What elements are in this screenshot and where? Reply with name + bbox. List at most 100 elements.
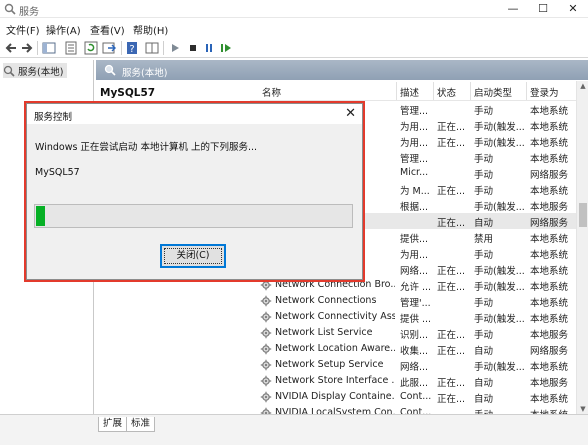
cell-name: NVIDIA Display Containe... [275, 391, 395, 402]
restart-service-icon[interactable] [219, 41, 233, 55]
service-control-dialog: 服务控制 ✕ Windows 正在尝试启动 本地计算机 上的下列服务... My… [26, 103, 363, 280]
dialog-close-icon[interactable]: ✕ [345, 106, 356, 121]
dialog-title: 服务控制 [34, 112, 73, 123]
table-row[interactable]: Network List Service 识别... 正在... 手动 本地服务 [250, 325, 576, 341]
column-header-logon-as[interactable]: 登录为 [530, 85, 559, 99]
cell-logon: 本地系统 [530, 154, 569, 165]
svg-text:?: ? [129, 44, 134, 55]
tab-standard[interactable]: 标准 [126, 417, 156, 432]
column-divider[interactable] [433, 82, 434, 100]
cell-startup: 手动(触发... [474, 122, 525, 133]
table-row[interactable]: Network Connections 管理'... 手动 本地系统 [250, 293, 576, 309]
toolbar-separator [163, 41, 164, 55]
close-window-button[interactable]: ✕ [558, 0, 588, 18]
service-gear-icon [260, 295, 272, 307]
cell-logon: 本地系统 [530, 362, 569, 373]
cell-name: Network Setup Service [275, 359, 384, 370]
stop-service-icon[interactable] [186, 41, 200, 55]
cell-logon: 本地服务 [530, 378, 569, 389]
tab-extended[interactable]: 扩展 [98, 417, 128, 432]
table-row[interactable]: Network Location Aware... 收集... 正在... 自动 网络服… [250, 341, 576, 357]
minimize-button[interactable]: — [498, 0, 528, 18]
cell-startup: 自动 [474, 218, 494, 229]
column-divider[interactable] [526, 82, 527, 100]
close-button[interactable]: 关闭(C) [160, 244, 226, 268]
export-list-icon[interactable] [102, 41, 116, 55]
cell-status: 正在... [437, 218, 466, 229]
menu-view[interactable]: 查看(V) [90, 22, 125, 37]
cell-logon: 本地服务 [530, 202, 569, 213]
cell-status: 正在... [437, 186, 466, 197]
scroll-up-arrow-icon[interactable]: ▲ [577, 81, 588, 91]
column-header-startup-type[interactable]: 启动类型 [474, 85, 512, 99]
toolbar: ? [0, 38, 588, 58]
properties-icon[interactable] [64, 41, 78, 55]
table-row[interactable]: Network Store Interface ... 此服... 正在... 自动 本… [250, 373, 576, 389]
show-hide-pane-icon[interactable] [145, 41, 159, 55]
view-tabs-bar: 扩展 标准 [96, 414, 588, 445]
cell-startup: 手动(触发... [474, 282, 525, 293]
cell-status: 正在... [437, 378, 466, 389]
back-arrow-icon[interactable] [4, 41, 18, 55]
cell-startup: 自动 [474, 378, 494, 389]
service-gear-icon [260, 375, 272, 387]
column-divider[interactable] [396, 82, 397, 100]
maximize-button[interactable]: ☐ [528, 0, 558, 18]
pane-header: 服务(本地) [96, 60, 588, 80]
cell-name: Network Connection Bro... [275, 279, 395, 290]
cell-status: 正在... [437, 346, 466, 357]
cell-startup: 手动 [474, 298, 494, 309]
cell-startup: 禁用 [474, 234, 494, 245]
cell-logon: 网络服务 [530, 170, 569, 181]
cell-desc: 根据... [400, 202, 429, 213]
cell-desc: 网络... [400, 266, 429, 277]
cell-status: 正在... [437, 266, 466, 277]
tree-node-label: 服务(本地) [18, 66, 64, 78]
left-pane-footer [0, 414, 96, 445]
menu-action[interactable]: 操作(A) [46, 22, 81, 37]
table-row[interactable]: Network Connectivity Ass... 提供 ... 手动(触发..… [250, 309, 576, 325]
table-row[interactable]: NVIDIA Display Containe... Cont... 正在... 自动… [250, 389, 576, 405]
column-header-status[interactable]: 状态 [437, 85, 456, 99]
cell-logon: 本地系统 [530, 250, 569, 261]
cell-desc: 识别... [400, 330, 429, 341]
window-title: 服务 [19, 7, 39, 18]
cell-logon: 本地系统 [530, 234, 569, 245]
tree-node-services-local[interactable]: 服务(本地) [3, 63, 68, 78]
cell-desc: 提供... [400, 234, 429, 245]
cell-logon: 本地系统 [530, 394, 569, 405]
service-gear-icon [260, 327, 272, 339]
menu-help[interactable]: 帮助(H) [133, 22, 168, 37]
cell-status: 正在... [437, 282, 466, 293]
console-tree-icon[interactable] [42, 41, 56, 55]
refresh-icon[interactable] [84, 41, 98, 55]
pane-header-label: 服务(本地) [122, 68, 168, 79]
cell-startup: 手动(触发... [474, 266, 525, 277]
scroll-down-arrow-icon[interactable]: ▼ [577, 404, 588, 414]
cell-name: Network List Service [275, 327, 373, 338]
cell-desc: 此服... [400, 378, 429, 389]
cell-name: Network Connections [275, 295, 377, 306]
cell-startup: 手动 [474, 106, 494, 117]
start-service-icon[interactable] [168, 41, 182, 55]
column-divider[interactable] [470, 82, 471, 100]
toolbar-separator [121, 41, 122, 55]
help-icon[interactable]: ? [125, 41, 139, 55]
scrollbar-thumb[interactable] [579, 203, 587, 227]
cell-startup: 手动 [474, 250, 494, 261]
cell-desc: 管理'... [400, 298, 431, 309]
cell-logon: 本地系统 [530, 298, 569, 309]
column-header-description[interactable]: 描述 [400, 85, 419, 99]
service-gear-icon [260, 391, 272, 403]
pause-service-icon[interactable] [202, 41, 216, 55]
dialog-title-bar: 服务控制 ✕ [27, 104, 362, 124]
forward-arrow-icon[interactable] [20, 41, 34, 55]
cell-name: Network Location Aware... [275, 343, 395, 354]
service-gear-icon [260, 279, 272, 291]
table-row[interactable]: Network Setup Service 网络... 手动(触发... 本地系统 [250, 357, 576, 373]
toolbar-separator [37, 41, 38, 55]
vertical-scrollbar[interactable]: ▲ ▼ [576, 81, 588, 414]
service-gear-icon [260, 311, 272, 323]
menu-file[interactable]: 文件(F) [6, 22, 40, 37]
column-header-name[interactable]: 名称 [262, 85, 281, 99]
